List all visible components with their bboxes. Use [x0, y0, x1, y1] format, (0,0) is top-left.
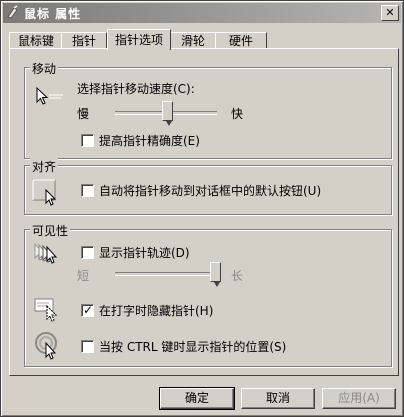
short-label: 短 — [77, 269, 90, 283]
cancel-label: 取消 — [265, 391, 290, 405]
mouse-properties-dialog: 鼠标 属性 ✕ 鼠标键 指针 指针选项 滑轮 硬件 移动 选择指针移动速度(C)… — [0, 0, 404, 417]
snap-to-default-icon — [31, 176, 63, 206]
tab-wheel[interactable]: 滑轮 — [169, 32, 217, 49]
hide-checkbox[interactable]: ✓ — [81, 303, 94, 317]
pointer-trails-icon — [33, 240, 65, 268]
snap-group: 对齐 自动将指针移动到对话框中的默认按钮(U) — [24, 158, 392, 215]
ok-button[interactable]: 确定 — [159, 387, 235, 410]
trails-slider-thumb[interactable] — [210, 262, 221, 287]
tab-pointers[interactable]: 指针 — [61, 32, 107, 49]
speed-slider-thumb[interactable] — [162, 101, 173, 126]
motion-group: 移动 选择指针移动速度(C): 慢 快 提高指针精确度(E) — [24, 60, 392, 159]
visibility-group-title: 可见性 — [30, 222, 71, 239]
precision-checkbox[interactable] — [81, 134, 94, 147]
tab-label: 滑轮 — [180, 34, 205, 48]
close-button[interactable]: ✕ — [381, 5, 399, 21]
tab-label: 硬件 — [228, 34, 253, 48]
pointer-speed-icon — [35, 86, 65, 108]
show-location-icon — [33, 330, 65, 360]
ok-label: 确定 — [184, 391, 209, 405]
tab-label: 指针选项 — [114, 33, 163, 47]
tab-pointer-options[interactable]: 指针选项 — [107, 29, 171, 50]
long-label: 长 — [231, 269, 244, 283]
snap-label[interactable]: 自动将指针移动到对话框中的默认按钮(U) — [99, 182, 321, 199]
hide-while-typing-icon — [33, 296, 65, 324]
visibility-group: 可见性 显示指针轨迹(D) 短 长 ✓ 在打字时隐藏指针(H) 当按 CTRL … — [24, 222, 392, 367]
ctrl-location-checkbox[interactable] — [81, 340, 94, 353]
tab-buttons[interactable]: 鼠标键 — [9, 32, 63, 49]
snap-checkbox[interactable] — [81, 184, 94, 197]
trails-checkbox[interactable] — [81, 246, 94, 259]
trails-label[interactable]: 显示指针轨迹(D) — [99, 244, 190, 261]
close-icon: ✕ — [385, 6, 395, 19]
hide-label[interactable]: 在打字时隐藏指针(H) — [99, 302, 213, 319]
ctrl-location-label[interactable]: 当按 CTRL 键时显示指针的位置(S) — [99, 338, 286, 355]
tab-hardware[interactable]: 硬件 — [215, 32, 267, 49]
speed-label: 选择指针移动速度(C): — [77, 82, 195, 96]
mouse-icon — [6, 5, 20, 19]
fast-label: 快 — [231, 107, 244, 121]
window-title: 鼠标 属性 — [24, 7, 82, 21]
apply-label: 应用(A) — [338, 391, 380, 405]
tab-label: 鼠标键 — [17, 34, 54, 48]
snap-group-title: 对齐 — [30, 158, 59, 175]
precision-label[interactable]: 提高指针精确度(E) — [99, 132, 200, 149]
apply-button[interactable]: 应用(A) — [322, 388, 396, 409]
tab-panel: 移动 选择指针移动速度(C): 慢 快 提高指针精确度(E) 对齐 自动将指针移… — [9, 48, 399, 376]
check-mark-icon: ✓ — [83, 303, 94, 317]
trails-slider-track[interactable] — [115, 272, 217, 276]
title-bar[interactable]: 鼠标 属性 ✕ — [3, 3, 401, 23]
motion-group-title: 移动 — [30, 60, 59, 77]
tab-label: 指针 — [71, 34, 96, 48]
cancel-button[interactable]: 取消 — [241, 388, 315, 409]
slow-label: 慢 — [77, 107, 90, 121]
